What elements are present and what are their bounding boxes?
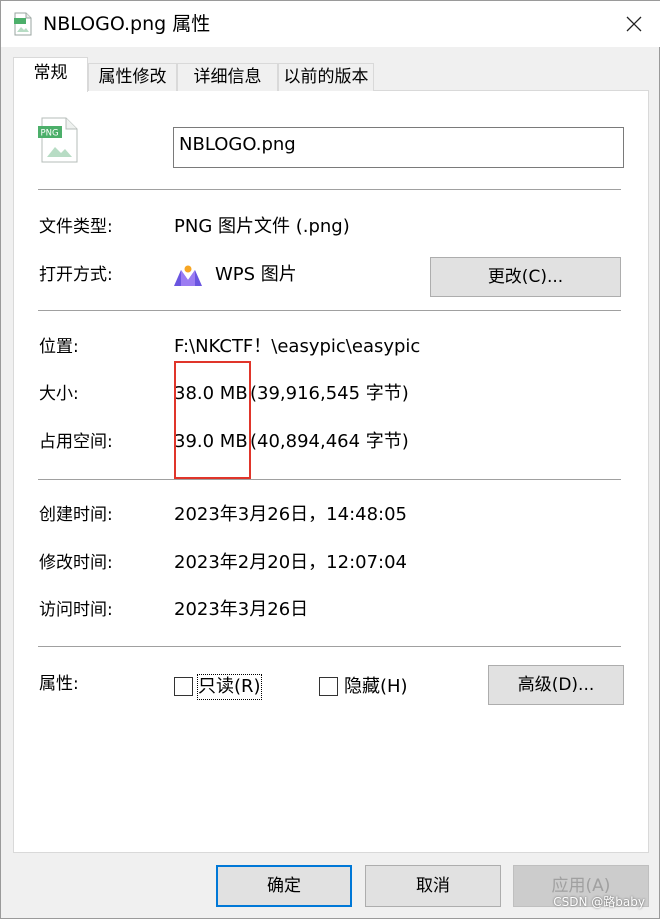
- disk-size-bytes: (40,894,464 字节): [250, 431, 409, 452]
- cancel-button[interactable]: 取消: [365, 865, 501, 907]
- tab-general[interactable]: 常规: [13, 57, 88, 92]
- separator: [38, 189, 621, 190]
- size-bytes: (39,916,545 字节): [250, 383, 409, 404]
- accessed-label: 访问时间:: [39, 600, 113, 620]
- file-type-label: 文件类型:: [39, 217, 113, 237]
- wps-image-icon: [174, 265, 202, 286]
- separator: [38, 310, 621, 311]
- open-with-label: 打开方式:: [39, 265, 113, 285]
- location-value: F:\NKCTF！\easypic\easypic: [174, 336, 421, 357]
- window-title: NBLOGO.png 属性: [43, 13, 211, 35]
- general-panel: [13, 90, 649, 853]
- properties-window: NBLOGO.png 属性 常规 属性修改 详细信息 以前的版本 PNG NBL…: [0, 0, 660, 919]
- highlight-annotation-box: [174, 361, 251, 479]
- tab-previous-versions[interactable]: 以前的版本: [278, 63, 374, 91]
- png-badge-text: PNG: [41, 129, 59, 139]
- tab-details[interactable]: 详细信息: [177, 63, 278, 91]
- tab-attribute-edit[interactable]: 属性修改: [88, 63, 177, 91]
- location-label: 位置:: [39, 337, 79, 357]
- modified-value: 2023年2月20日，12:07:04: [174, 552, 408, 573]
- close-icon[interactable]: [619, 9, 649, 39]
- open-with-value: WPS 图片: [215, 264, 297, 285]
- hidden-label[interactable]: 隐藏(H): [344, 675, 408, 699]
- readonly-checkbox[interactable]: [174, 677, 193, 696]
- advanced-button[interactable]: 高级(D)...: [488, 665, 624, 705]
- created-label: 创建时间:: [39, 505, 113, 525]
- filename-input[interactable]: NBLOGO.png: [173, 127, 624, 168]
- file-type-value: PNG 图片文件 (.png): [174, 216, 350, 237]
- modified-label: 修改时间:: [39, 553, 113, 573]
- disk-size-label: 占用空间:: [39, 432, 113, 452]
- watermark: CSDN @路baby: [553, 895, 645, 909]
- ok-button[interactable]: 确定: [216, 865, 352, 907]
- accessed-value: 2023年3月26日: [174, 599, 309, 620]
- png-file-icon: [14, 12, 32, 36]
- readonly-label[interactable]: 只读(R): [197, 674, 262, 700]
- created-value: 2023年3月26日，14:48:05: [174, 504, 408, 525]
- separator: [38, 479, 621, 480]
- separator: [38, 646, 621, 647]
- png-file-icon: PNG: [38, 117, 78, 163]
- hidden-checkbox[interactable]: [319, 677, 338, 696]
- title-bar[interactable]: NBLOGO.png 属性: [1, 1, 660, 47]
- size-label: 大小:: [39, 384, 79, 404]
- attributes-label: 属性:: [39, 674, 79, 694]
- change-button[interactable]: 更改(C)...: [430, 257, 621, 297]
